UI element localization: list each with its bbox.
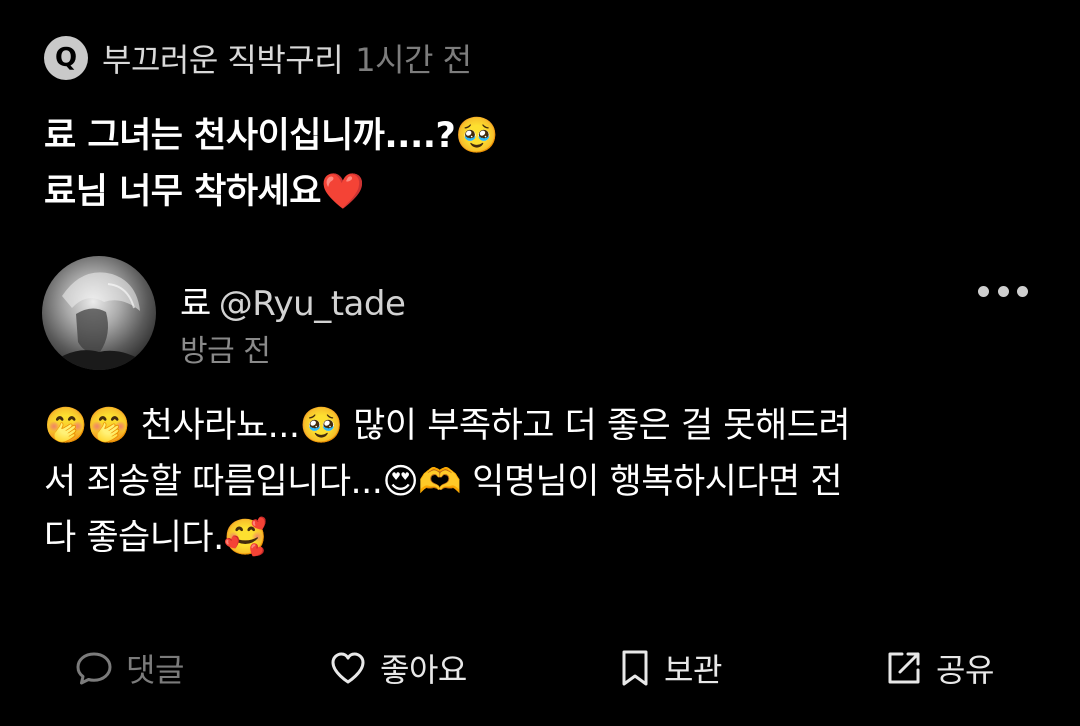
more-dots-icon <box>978 285 989 297</box>
action-bar: 댓글 좋아요 보관 공유 <box>0 640 1080 696</box>
more-dots-icon <box>1017 285 1028 297</box>
share-label: 공유 <box>936 651 994 689</box>
comment-button[interactable]: 댓글 <box>74 640 184 696</box>
asker-name: 부끄러운 직박구리 <box>102 41 344 79</box>
like-label: 좋아요 <box>380 651 467 689</box>
comment-label: 댓글 <box>126 651 184 689</box>
answer-time: 방금 전 <box>180 334 271 369</box>
share-button[interactable]: 공유 <box>884 640 994 696</box>
question-text: 료 그녀는 천사이십니까....?🥹 료님 너무 착하세요❤️ <box>44 108 1034 220</box>
bookmark-icon <box>622 650 648 686</box>
save-button[interactable]: 보관 <box>618 640 722 696</box>
like-button[interactable]: 좋아요 <box>328 640 467 696</box>
save-label: 보관 <box>664 651 722 689</box>
question-line: 료님 너무 착하세요❤️ <box>44 172 365 212</box>
question-header: Q 부끄러운 직박구리 1시간 전 <box>44 32 472 84</box>
author-name: 료 <box>180 284 211 324</box>
author-handle: @Ryu_tade <box>218 284 406 324</box>
share-arrow-icon <box>888 652 920 684</box>
question-badge: Q <box>44 36 88 80</box>
more-options-button[interactable] <box>978 276 1028 306</box>
avatar[interactable] <box>42 256 156 370</box>
heart-icon <box>331 652 365 684</box>
question-line: 료 그녀는 천사이십니까....?🥹 <box>44 116 499 156</box>
answer-text: 🤭🤭 천사라뇨...🥹 많이 부족하고 더 좋은 걸 못해드려 서 죄송할 따름… <box>44 398 1034 566</box>
answer-line: 서 죄송할 따름입니다...😍🫶 익명님이 행복하시다면 전 <box>44 462 843 502</box>
answer-line: 🤭🤭 천사라뇨...🥹 많이 부족하고 더 좋은 걸 못해드려 <box>44 406 851 446</box>
answer-line: 다 좋습니다.🥰 <box>44 518 267 558</box>
question-time: 1시간 전 <box>355 41 472 79</box>
speech-bubble-icon <box>76 652 112 685</box>
avatar-illustration <box>42 272 156 370</box>
more-dots-icon <box>997 285 1009 297</box>
answer-author[interactable]: 료 @Ryu_tade <box>180 276 406 325</box>
